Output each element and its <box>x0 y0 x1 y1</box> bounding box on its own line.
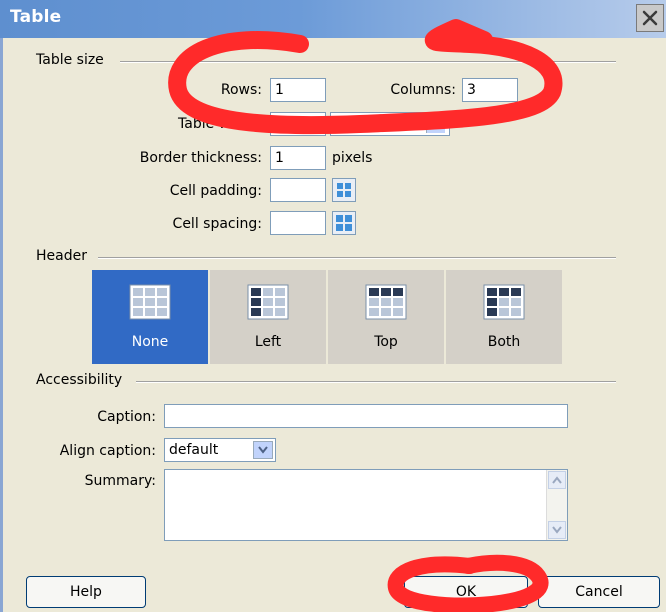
header-option-both-label: Both <box>487 334 521 350</box>
rows-input[interactable]: 1 <box>270 78 326 102</box>
columns-input[interactable]: 3 <box>462 78 518 102</box>
accessibility-legend: Accessibility <box>36 372 123 388</box>
summary-textarea[interactable] <box>164 469 568 541</box>
close-button[interactable] <box>636 4 664 32</box>
cell-grid-icon <box>336 215 352 231</box>
align-caption-select[interactable]: default <box>164 438 276 462</box>
table-size-divider <box>120 61 616 63</box>
header-option-both[interactable]: Both <box>446 270 562 364</box>
header-option-left-label: Left <box>254 334 282 350</box>
chevron-down-icon <box>552 526 562 534</box>
caption-input[interactable] <box>164 404 568 428</box>
table-size-legend: Table size <box>36 52 104 68</box>
table-width-label: Table width: <box>178 116 262 132</box>
caption-label: Caption: <box>97 409 156 425</box>
cell-spacing-label: Cell spacing: <box>172 216 262 232</box>
chevron-up-icon <box>552 476 562 484</box>
cell-padding-label: Cell padding: <box>169 183 262 199</box>
title-bar: Table <box>0 0 666 38</box>
border-thickness-label: Border thickness: <box>139 150 262 166</box>
header-option-none[interactable]: None <box>92 270 208 364</box>
table-header-both-icon <box>483 284 525 320</box>
header-option-left[interactable]: Left <box>210 270 326 364</box>
align-caption-value: default <box>169 442 219 458</box>
cell-grid-icon <box>337 183 351 197</box>
columns-label: Columns: <box>390 82 456 98</box>
dialog-title: Table <box>10 7 62 27</box>
table-header-left-icon <box>247 284 289 320</box>
header-legend: Header <box>36 248 87 264</box>
border-unit-label: pixels <box>332 150 373 166</box>
chevron-down-icon <box>426 115 445 133</box>
help-button[interactable]: Help <box>26 576 146 608</box>
ok-button[interactable]: OK <box>404 576 528 608</box>
border-thickness-input[interactable]: 1 <box>270 146 326 170</box>
header-option-top-label: Top <box>374 334 398 350</box>
table-width-unit-select[interactable]: pixels <box>330 112 450 136</box>
cell-spacing-grid-button[interactable] <box>332 211 356 235</box>
table-width-unit-value: pixels <box>335 116 376 132</box>
accessibility-divider <box>136 381 616 383</box>
chevron-down-icon <box>253 441 273 459</box>
header-divider <box>98 257 616 259</box>
scroll-up-button[interactable] <box>548 471 566 489</box>
table-header-none-icon <box>129 284 171 320</box>
summary-label: Summary: <box>84 473 156 489</box>
cell-padding-grid-button[interactable] <box>332 178 356 202</box>
header-option-top[interactable]: Top <box>328 270 444 364</box>
cancel-button[interactable]: Cancel <box>538 576 660 608</box>
align-caption-label: Align caption: <box>59 443 156 459</box>
table-header-top-icon <box>365 284 407 320</box>
scroll-down-button[interactable] <box>548 521 566 539</box>
cell-spacing-input[interactable] <box>270 211 326 235</box>
rows-label: Rows: <box>220 82 262 98</box>
table-width-input[interactable] <box>270 112 326 136</box>
summary-scrollbar[interactable] <box>546 470 567 540</box>
cell-padding-input[interactable] <box>270 178 326 202</box>
close-icon <box>642 10 658 26</box>
header-option-none-label: None <box>131 334 169 350</box>
